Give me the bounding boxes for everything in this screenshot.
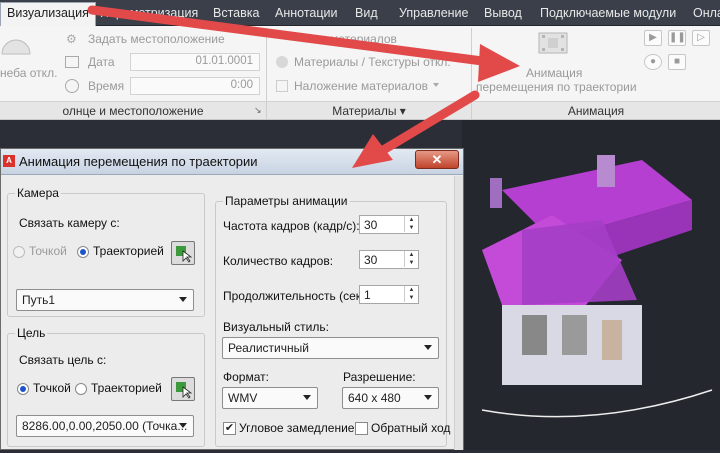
arrow-to-animation-button — [87, 5, 495, 67]
arrowhead-icon — [478, 44, 520, 82]
arrow-to-dialog — [375, 90, 480, 157]
annotation-arrows — [87, 5, 520, 168]
